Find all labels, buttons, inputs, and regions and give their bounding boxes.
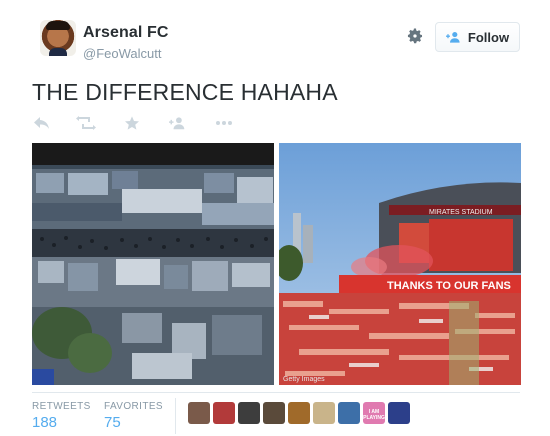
more-icon[interactable] bbox=[214, 113, 234, 133]
favorites-label[interactable]: FAVORITES bbox=[104, 401, 163, 412]
favoriter-avatar[interactable] bbox=[188, 402, 210, 424]
stadium-crowd-photo: MIRATES STADIUM THANKS TO OUR FANS bbox=[279, 143, 521, 385]
favoriter-avatar[interactable] bbox=[338, 402, 360, 424]
stadium-sign: MIRATES STADIUM bbox=[429, 209, 493, 216]
favorites-count[interactable]: 75 bbox=[104, 414, 121, 431]
favoriter-avatar[interactable] bbox=[263, 402, 285, 424]
retweet-icon[interactable] bbox=[76, 113, 96, 133]
reply-icon[interactable] bbox=[32, 113, 52, 133]
aerial-crowd-photo bbox=[32, 143, 274, 385]
photo-credit: Getty Images bbox=[283, 376, 325, 383]
favoriter-avatars: I AM PLAYING bbox=[188, 402, 413, 424]
stats-divider bbox=[32, 392, 520, 393]
stats-vertical-divider bbox=[175, 398, 176, 434]
add-user-icon bbox=[445, 32, 460, 43]
follow-button[interactable]: Follow bbox=[435, 22, 520, 52]
favoriter-avatar[interactable] bbox=[238, 402, 260, 424]
favoriter-avatar[interactable] bbox=[313, 402, 335, 424]
favoriter-avatar-label: I AM PLAYING bbox=[363, 409, 385, 421]
user-handle[interactable]: @FeoWalcutt bbox=[83, 46, 161, 61]
retweets-count[interactable]: 188 bbox=[32, 414, 57, 431]
star-icon[interactable] bbox=[122, 113, 142, 133]
follow-label: Follow bbox=[467, 29, 510, 45]
user-name[interactable]: Arsenal FC bbox=[83, 24, 168, 42]
add-user-icon[interactable] bbox=[168, 113, 188, 133]
favoriter-avatar[interactable] bbox=[213, 402, 235, 424]
avatar[interactable] bbox=[40, 20, 76, 56]
gear-icon[interactable] bbox=[406, 27, 424, 45]
tweet-card: Arsenal FC @FeoWalcutt Follow THE DIFFER… bbox=[0, 0, 550, 436]
banner-text: THANKS TO OUR FANS bbox=[387, 280, 511, 292]
favoriter-avatar[interactable] bbox=[288, 402, 310, 424]
media-photo-left[interactable] bbox=[32, 143, 274, 385]
retweets-label[interactable]: RETWEETS bbox=[32, 401, 91, 412]
media-photo-right[interactable]: MIRATES STADIUM THANKS TO OUR FANS Getty… bbox=[279, 143, 521, 385]
tweet-text: THE DIFFERENCE HAHAHA bbox=[32, 79, 338, 105]
favoriter-avatar[interactable] bbox=[388, 402, 410, 424]
favoriter-avatar[interactable]: I AM PLAYING bbox=[363, 402, 385, 424]
